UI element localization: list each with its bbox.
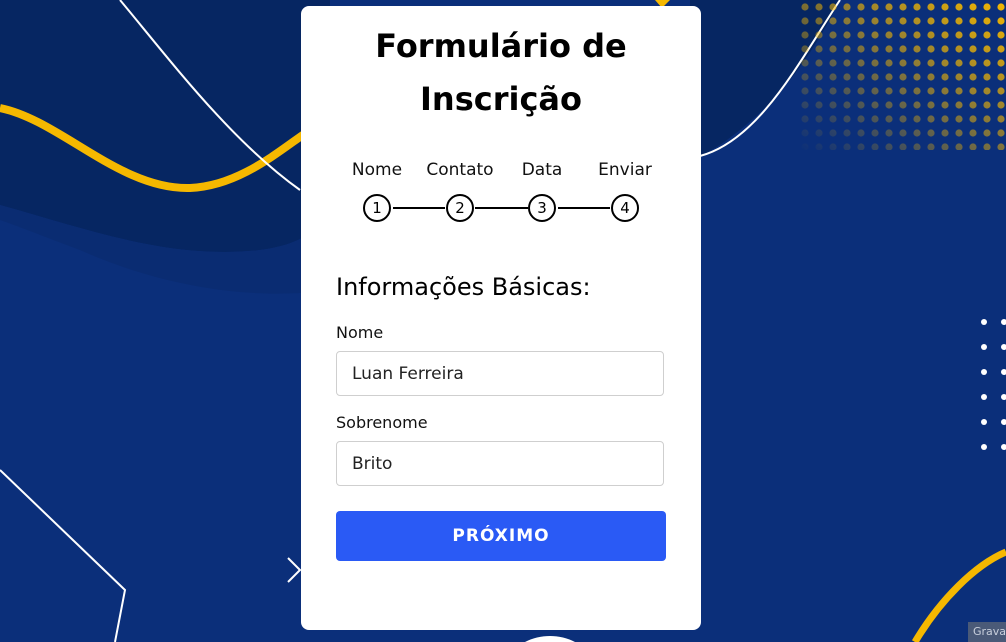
step-label-nome: Nome [351, 160, 403, 180]
step-label-data: Data [521, 160, 563, 180]
step-circle-2: 2 [446, 194, 474, 222]
recording-badge: Grava [968, 622, 1006, 642]
registration-card: Formulário de Inscrição Nome Contato Dat… [301, 6, 701, 630]
first-name-label: Nome [336, 323, 384, 342]
step-circle-3: 3 [528, 194, 556, 222]
step-progress: Nome Contato Data Enviar 1 2 3 4 [333, 158, 685, 228]
form-title: Formulário de Inscrição [375, 27, 627, 118]
next-button[interactable]: PRÓXIMO [336, 511, 666, 561]
step-label-contato: Contato [426, 160, 494, 180]
last-name-input[interactable] [336, 441, 664, 486]
last-name-label: Sobrenome [336, 413, 428, 432]
step-circle-4: 4 [611, 194, 639, 222]
step-connector [475, 207, 528, 209]
first-name-input[interactable] [336, 351, 664, 396]
step-connector [558, 207, 610, 209]
section-title: Informações Básicas: [336, 273, 591, 301]
step-label-enviar: Enviar [598, 160, 652, 180]
step-circle-1: 1 [363, 194, 391, 222]
step-connector [393, 207, 445, 209]
